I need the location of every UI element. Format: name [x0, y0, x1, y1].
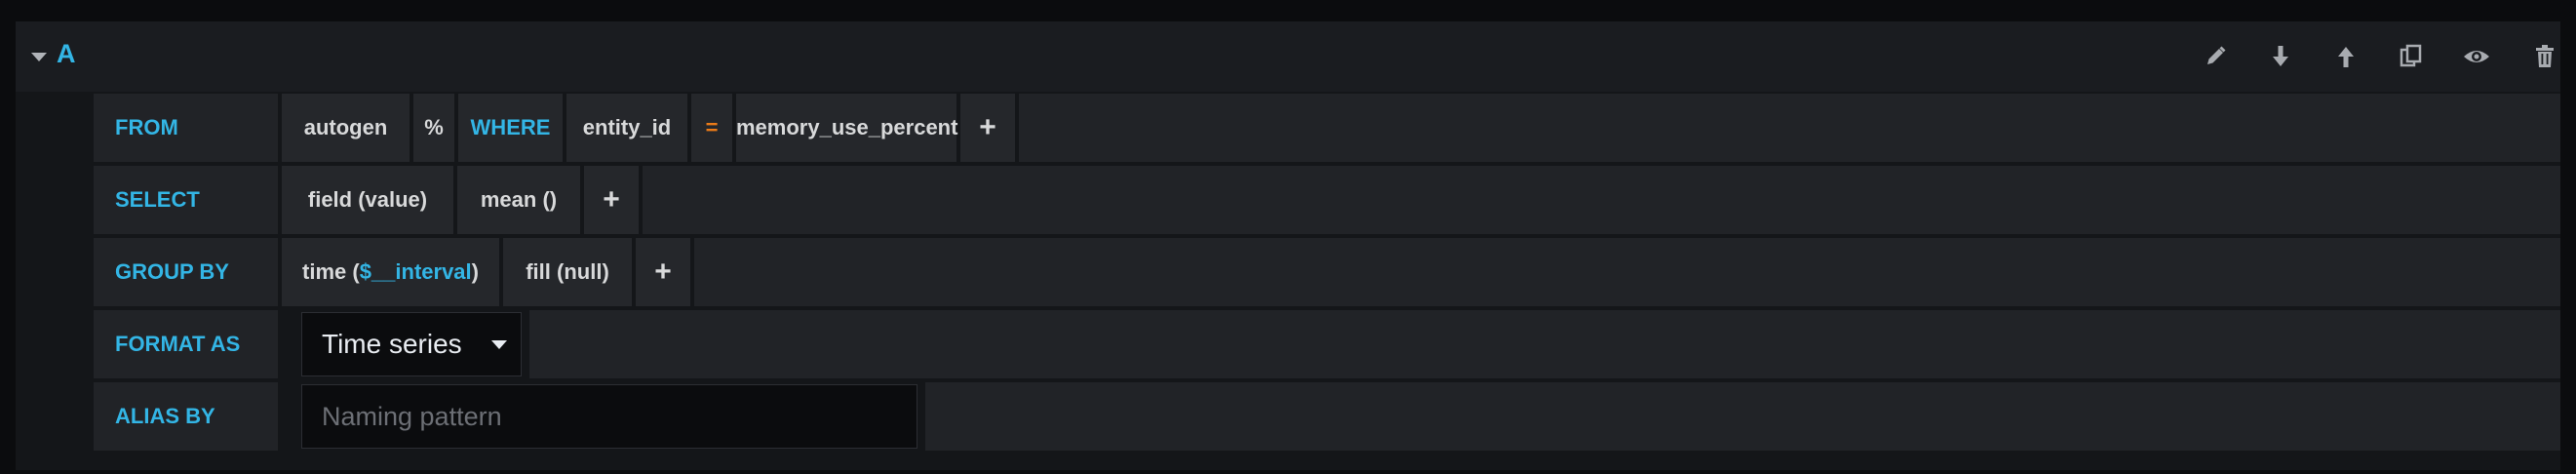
- format-select-value: Time series: [322, 329, 462, 359]
- pencil-icon[interactable]: [2200, 41, 2231, 72]
- interval-variable: $__interval: [359, 259, 472, 284]
- row-filler: [643, 166, 2560, 234]
- retention-policy-segment[interactable]: autogen: [282, 94, 410, 162]
- from-label: FROM: [94, 94, 278, 162]
- arrow-up-icon[interactable]: [2330, 41, 2361, 72]
- collapse-caret-icon[interactable]: [31, 53, 47, 61]
- alias-by-label: ALIAS BY: [94, 382, 278, 451]
- alias-input[interactable]: [301, 384, 917, 449]
- format-as-row: FORMAT AS Time series: [94, 310, 2560, 378]
- add-where-button[interactable]: +: [960, 94, 1015, 162]
- row-filler: [529, 310, 2560, 378]
- group-by-row: GROUP BY time ($__interval) fill (null) …: [94, 238, 2560, 306]
- duplicate-icon[interactable]: [2396, 41, 2427, 72]
- tag-value-segment[interactable]: memory_use_percent: [736, 94, 957, 162]
- query-header: A: [16, 21, 2560, 92]
- format-as-label: FORMAT AS: [94, 310, 278, 378]
- time-suffix: ): [471, 259, 479, 284]
- measurement-segment[interactable]: %: [413, 94, 454, 162]
- time-interval-segment[interactable]: time ($__interval): [282, 238, 499, 306]
- aggregation-segment[interactable]: mean (): [457, 166, 580, 234]
- add-select-button[interactable]: +: [584, 166, 639, 234]
- query-ref-id[interactable]: A: [57, 39, 76, 69]
- trash-icon[interactable]: [2529, 41, 2560, 72]
- alias-by-row: ALIAS BY: [94, 382, 2560, 451]
- tag-key-segment[interactable]: entity_id: [566, 94, 687, 162]
- where-keyword: WHERE: [458, 94, 563, 162]
- time-prefix: time (: [302, 259, 360, 284]
- select-label: SELECT: [94, 166, 278, 234]
- row-filler: [1019, 94, 2560, 162]
- arrow-down-icon[interactable]: [2265, 41, 2296, 72]
- eye-icon[interactable]: [2461, 41, 2492, 72]
- group-by-label: GROUP BY: [94, 238, 278, 306]
- select-row: SELECT field (value) mean () +: [94, 166, 2560, 234]
- from-row: FROM autogen % WHERE entity_id = memory_…: [94, 94, 2560, 162]
- row-filler: [925, 382, 2560, 451]
- format-select[interactable]: Time series: [301, 312, 522, 376]
- chevron-down-icon: [491, 340, 507, 349]
- add-group-by-button[interactable]: +: [636, 238, 690, 306]
- query-editor: A FROM autogen % WHERE entity_id = memor…: [16, 21, 2560, 470]
- fill-segment[interactable]: fill (null): [503, 238, 632, 306]
- operator-segment[interactable]: =: [691, 94, 732, 162]
- field-segment[interactable]: field (value): [282, 166, 453, 234]
- row-filler: [694, 238, 2560, 306]
